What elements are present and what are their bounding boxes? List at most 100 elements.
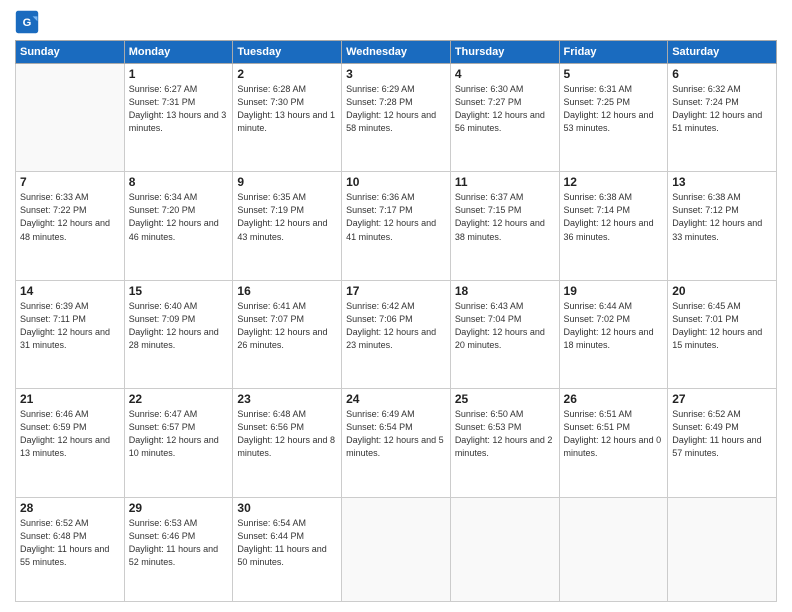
weekday-header-thursday: Thursday [450, 41, 559, 64]
calendar-cell: 5 Sunrise: 6:31 AMSunset: 7:25 PMDaylight… [559, 64, 668, 172]
day-info: Sunrise: 6:51 AMSunset: 6:51 PMDaylight:… [564, 408, 664, 460]
day-number: 12 [564, 175, 664, 189]
day-number: 18 [455, 284, 555, 298]
page-header: G [15, 10, 777, 34]
day-number: 28 [20, 501, 120, 515]
day-info: Sunrise: 6:28 AMSunset: 7:30 PMDaylight:… [237, 83, 337, 135]
calendar-table: SundayMondayTuesdayWednesdayThursdayFrid… [15, 40, 777, 602]
day-number: 22 [129, 392, 229, 406]
svg-text:G: G [23, 17, 32, 29]
calendar-cell: 8 Sunrise: 6:34 AMSunset: 7:20 PMDaylight… [124, 172, 233, 280]
calendar-cell: 9 Sunrise: 6:35 AMSunset: 7:19 PMDaylight… [233, 172, 342, 280]
day-number: 13 [672, 175, 772, 189]
day-number: 29 [129, 501, 229, 515]
calendar-cell: 3Sunrise: 6:29 AMSunset: 7:28 PMDaylight… [342, 64, 451, 172]
day-info: Sunrise: 6:34 AMSunset: 7:20 PMDaylight:… [129, 191, 229, 243]
calendar-cell: 28 Sunrise: 6:52 AMSunset: 6:48 PMDayligh… [16, 497, 125, 602]
calendar-cell: 24Sunrise: 6:49 AMSunset: 6:54 PMDayligh… [342, 389, 451, 497]
weekday-header-saturday: Saturday [668, 41, 777, 64]
day-info: Sunrise: 6:30 AMSunset: 7:27 PMDaylight:… [455, 83, 555, 135]
day-number: 15 [129, 284, 229, 298]
calendar-cell: 12 Sunrise: 6:38 AMSunset: 7:14 PMDayligh… [559, 172, 668, 280]
calendar-cell [16, 64, 125, 172]
day-info: Sunrise: 6:38 AMSunset: 7:12 PMDaylight:… [672, 191, 772, 243]
day-info: Sunrise: 6:52 AMSunset: 6:49 PMDaylight:… [672, 408, 772, 460]
day-number: 26 [564, 392, 664, 406]
day-info: Sunrise: 6:33 AMSunset: 7:22 PMDaylight:… [20, 191, 120, 243]
day-info: Sunrise: 6:31 AMSunset: 7:25 PMDaylight:… [564, 83, 664, 135]
calendar-cell: 13 Sunrise: 6:38 AMSunset: 7:12 PMDayligh… [668, 172, 777, 280]
day-info: Sunrise: 6:42 AMSunset: 7:06 PMDaylight:… [346, 300, 446, 352]
day-number: 17 [346, 284, 446, 298]
calendar-cell: 17 Sunrise: 6:42 AMSunset: 7:06 PMDayligh… [342, 280, 451, 388]
day-info: Sunrise: 6:29 AMSunset: 7:28 PMDaylight:… [346, 83, 446, 135]
calendar-page: G SundayMondayTuesdayWednesdayThursdayFr… [0, 0, 792, 612]
day-info: Sunrise: 6:37 AMSunset: 7:15 PMDaylight:… [455, 191, 555, 243]
day-info: Sunrise: 6:48 AMSunset: 6:56 PMDaylight:… [237, 408, 337, 460]
calendar-cell: 23Sunrise: 6:48 AMSunset: 6:56 PMDayligh… [233, 389, 342, 497]
calendar-cell: 4 Sunrise: 6:30 AMSunset: 7:27 PMDaylight… [450, 64, 559, 172]
day-number: 6 [672, 67, 772, 81]
day-number: 24 [346, 392, 446, 406]
day-number: 19 [564, 284, 664, 298]
calendar-cell [559, 497, 668, 602]
calendar-cell [668, 497, 777, 602]
day-info: Sunrise: 6:45 AMSunset: 7:01 PMDaylight:… [672, 300, 772, 352]
calendar-cell: 30Sunrise: 6:54 AMSunset: 6:44 PMDayligh… [233, 497, 342, 602]
day-info: Sunrise: 6:41 AMSunset: 7:07 PMDaylight:… [237, 300, 337, 352]
calendar-cell: 10 Sunrise: 6:36 AMSunset: 7:17 PMDayligh… [342, 172, 451, 280]
calendar-cell: 14 Sunrise: 6:39 AMSunset: 7:11 PMDayligh… [16, 280, 125, 388]
day-number: 5 [564, 67, 664, 81]
calendar-week-row: 7 Sunrise: 6:33 AMSunset: 7:22 PMDaylight… [16, 172, 777, 280]
day-number: 11 [455, 175, 555, 189]
day-info: Sunrise: 6:44 AMSunset: 7:02 PMDaylight:… [564, 300, 664, 352]
calendar-cell: 16 Sunrise: 6:41 AMSunset: 7:07 PMDayligh… [233, 280, 342, 388]
day-number: 4 [455, 67, 555, 81]
calendar-cell: 7 Sunrise: 6:33 AMSunset: 7:22 PMDaylight… [16, 172, 125, 280]
logo-icon: G [15, 10, 39, 34]
calendar-cell [342, 497, 451, 602]
day-info: Sunrise: 6:35 AMSunset: 7:19 PMDaylight:… [237, 191, 337, 243]
day-number: 20 [672, 284, 772, 298]
day-info: Sunrise: 6:50 AMSunset: 6:53 PMDaylight:… [455, 408, 555, 460]
calendar-cell: 1Sunrise: 6:27 AMSunset: 7:31 PMDaylight… [124, 64, 233, 172]
day-info: Sunrise: 6:43 AMSunset: 7:04 PMDaylight:… [455, 300, 555, 352]
weekday-header-wednesday: Wednesday [342, 41, 451, 64]
day-number: 21 [20, 392, 120, 406]
calendar-cell: 26 Sunrise: 6:51 AMSunset: 6:51 PMDayligh… [559, 389, 668, 497]
day-info: Sunrise: 6:38 AMSunset: 7:14 PMDaylight:… [564, 191, 664, 243]
day-info: Sunrise: 6:47 AMSunset: 6:57 PMDaylight:… [129, 408, 229, 460]
day-number: 7 [20, 175, 120, 189]
weekday-header-monday: Monday [124, 41, 233, 64]
day-info: Sunrise: 6:39 AMSunset: 7:11 PMDaylight:… [20, 300, 120, 352]
day-info: Sunrise: 6:54 AMSunset: 6:44 PMDaylight:… [237, 517, 337, 569]
day-info: Sunrise: 6:40 AMSunset: 7:09 PMDaylight:… [129, 300, 229, 352]
calendar-week-row: 28 Sunrise: 6:52 AMSunset: 6:48 PMDayligh… [16, 497, 777, 602]
day-number: 25 [455, 392, 555, 406]
calendar-week-row: 1Sunrise: 6:27 AMSunset: 7:31 PMDaylight… [16, 64, 777, 172]
calendar-cell: 18 Sunrise: 6:43 AMSunset: 7:04 PMDayligh… [450, 280, 559, 388]
calendar-week-row: 14 Sunrise: 6:39 AMSunset: 7:11 PMDayligh… [16, 280, 777, 388]
day-number: 16 [237, 284, 337, 298]
calendar-cell: 22 Sunrise: 6:47 AMSunset: 6:57 PMDayligh… [124, 389, 233, 497]
weekday-header-row: SundayMondayTuesdayWednesdayThursdayFrid… [16, 41, 777, 64]
day-number: 9 [237, 175, 337, 189]
day-number: 10 [346, 175, 446, 189]
day-info: Sunrise: 6:53 AMSunset: 6:46 PMDaylight:… [129, 517, 229, 569]
day-number: 14 [20, 284, 120, 298]
day-info: Sunrise: 6:46 AMSunset: 6:59 PMDaylight:… [20, 408, 120, 460]
calendar-cell: 27 Sunrise: 6:52 AMSunset: 6:49 PMDayligh… [668, 389, 777, 497]
calendar-week-row: 21 Sunrise: 6:46 AMSunset: 6:59 PMDayligh… [16, 389, 777, 497]
day-info: Sunrise: 6:52 AMSunset: 6:48 PMDaylight:… [20, 517, 120, 569]
day-number: 27 [672, 392, 772, 406]
day-info: Sunrise: 6:32 AMSunset: 7:24 PMDaylight:… [672, 83, 772, 135]
weekday-header-tuesday: Tuesday [233, 41, 342, 64]
day-number: 2 [237, 67, 337, 81]
calendar-cell: 11 Sunrise: 6:37 AMSunset: 7:15 PMDayligh… [450, 172, 559, 280]
day-number: 8 [129, 175, 229, 189]
calendar-cell: 19 Sunrise: 6:44 AMSunset: 7:02 PMDayligh… [559, 280, 668, 388]
calendar-cell: 25 Sunrise: 6:50 AMSunset: 6:53 PMDayligh… [450, 389, 559, 497]
day-number: 1 [129, 67, 229, 81]
day-info: Sunrise: 6:36 AMSunset: 7:17 PMDaylight:… [346, 191, 446, 243]
calendar-cell [450, 497, 559, 602]
